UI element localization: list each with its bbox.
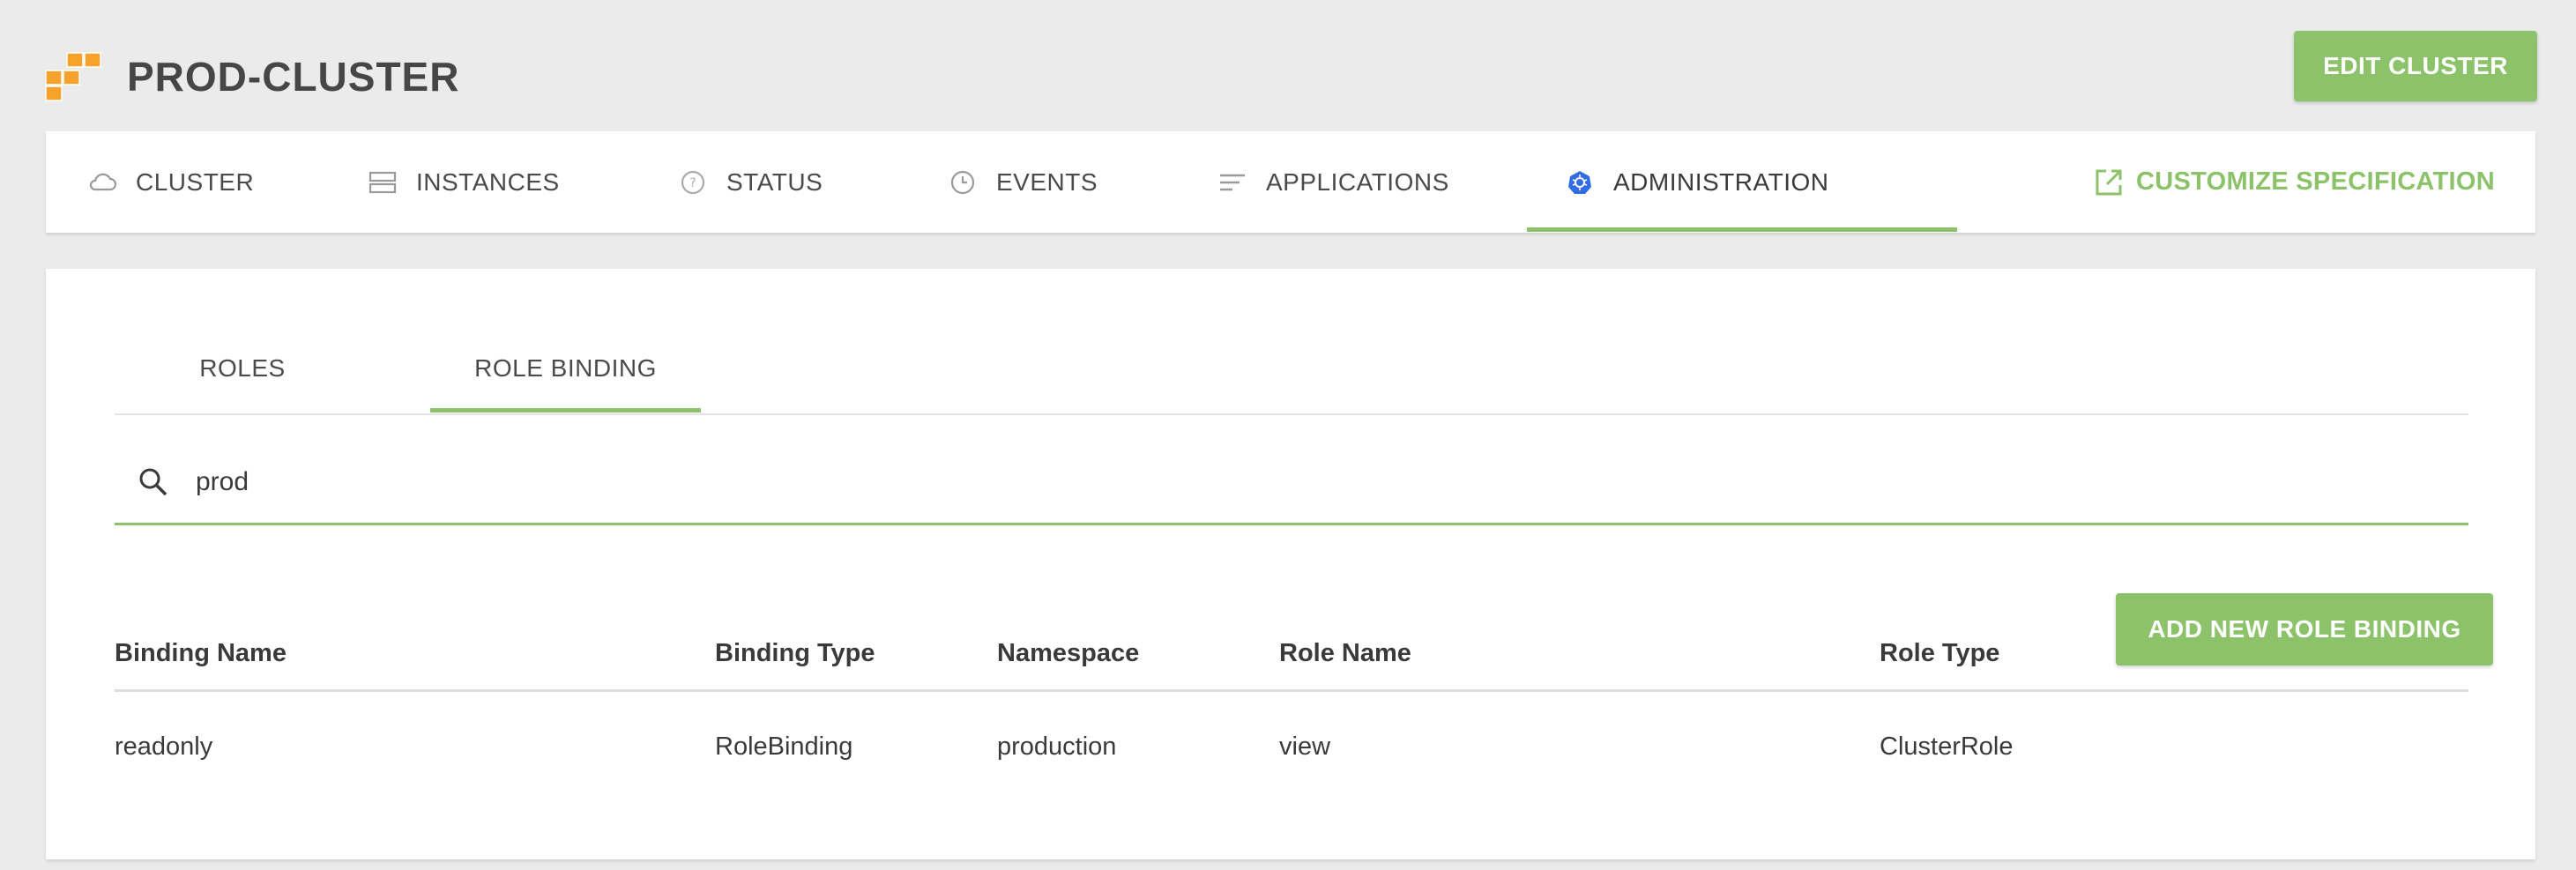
cell-role-type: ClusterRole xyxy=(1880,732,2014,761)
tab-applications-label: APPLICATIONS xyxy=(1266,167,1449,196)
tab-cluster-label: CLUSTER xyxy=(136,167,255,196)
cell-namespace: production xyxy=(997,732,1117,761)
customize-specification-link[interactable]: CUSTOMIZE SPECIFICATION xyxy=(2094,131,2495,233)
table-header: Binding Name Binding Type Namespace Role… xyxy=(115,630,2468,692)
page-title: PROD-CLUSTER xyxy=(127,54,460,100)
sub-tabs: ROLES ROLE BINDING xyxy=(115,322,2468,415)
header: PROD-CLUSTER EDIT CLUSTER xyxy=(0,0,2576,130)
active-tab-indicator xyxy=(1527,227,1957,232)
cell-role-name: view xyxy=(1279,732,1331,761)
tab-applications[interactable]: APPLICATIONS xyxy=(1215,131,1449,233)
column-role-name[interactable]: Role Name xyxy=(1279,639,1411,668)
search-bar xyxy=(115,441,2468,525)
administration-panel: ROLES ROLE BINDING ADD NEW ROLE BINDING … xyxy=(46,269,2535,859)
aws-cubes-icon xyxy=(45,52,101,101)
search-icon xyxy=(136,465,171,500)
customize-specification-label: CUSTOMIZE SPECIFICATION xyxy=(2135,167,2495,196)
tab-administration[interactable]: ADMINISTRATION xyxy=(1562,131,1828,233)
column-binding-name[interactable]: Binding Name xyxy=(115,639,287,668)
edit-cluster-button[interactable]: EDIT CLUSTER xyxy=(2294,31,2537,101)
server-icon xyxy=(365,165,400,200)
tab-events-label: EVENTS xyxy=(996,167,1098,196)
page: PROD-CLUSTER EDIT CLUSTER CLUSTER INSTAN… xyxy=(0,0,2576,870)
column-binding-type[interactable]: Binding Type xyxy=(715,639,875,668)
sub-tab-role-binding[interactable]: ROLE BINDING xyxy=(430,322,701,415)
tab-administration-label: ADMINISTRATION xyxy=(1613,167,1829,196)
cell-binding-name: readonly xyxy=(115,732,213,761)
active-sub-tab-indicator xyxy=(430,408,701,413)
tab-status-label: STATUS xyxy=(726,167,823,196)
tab-events[interactable]: EVENTS xyxy=(945,131,1098,233)
cloud-icon xyxy=(85,165,120,200)
clock-icon xyxy=(945,165,980,200)
tab-instances-label: INSTANCES xyxy=(416,167,560,196)
search-input[interactable] xyxy=(196,466,2312,497)
tab-cluster[interactable]: CLUSTER xyxy=(85,131,254,233)
help-circle-icon: ? xyxy=(675,165,711,200)
cell-binding-type: RoleBinding xyxy=(715,732,853,761)
tab-status[interactable]: ? STATUS xyxy=(675,131,823,233)
column-namespace[interactable]: Namespace xyxy=(997,639,1139,668)
kubernetes-icon xyxy=(1562,165,1597,200)
list-icon xyxy=(1215,165,1250,200)
main-nav: CLUSTER INSTANCES ? STATUS EVENTS APPLIC… xyxy=(46,131,2535,233)
column-role-type[interactable]: Role Type xyxy=(1880,639,1999,668)
table-row[interactable]: readonly RoleBinding production view Clu… xyxy=(115,708,2468,787)
svg-text:?: ? xyxy=(689,176,696,190)
tab-instances[interactable]: INSTANCES xyxy=(365,131,560,233)
sub-tab-roles[interactable]: ROLES xyxy=(150,322,335,415)
open-in-new-icon xyxy=(2094,167,2124,197)
